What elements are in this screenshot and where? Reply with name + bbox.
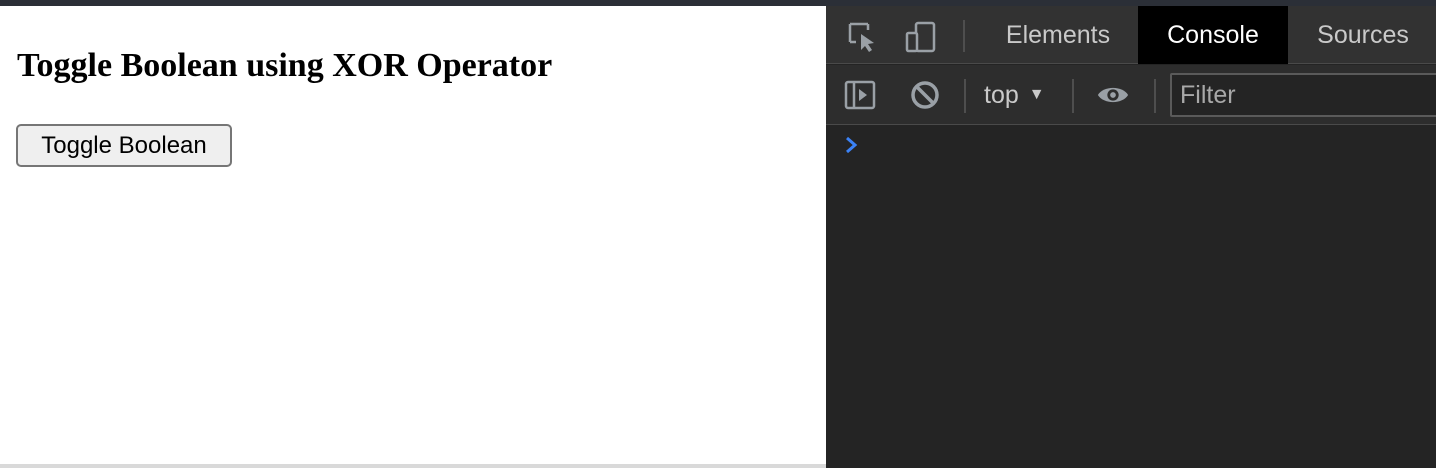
devtools-panel: Elements Console Sources top ▼ [826,6,1436,468]
toolbar-divider [1154,79,1156,113]
context-selector[interactable]: top ▼ [984,75,1045,115]
tab-elements[interactable]: Elements [980,6,1136,64]
device-toolbar-icon[interactable] [904,20,938,54]
live-expression-eye-icon[interactable] [1096,78,1130,112]
devtools-tab-bar: Elements Console Sources [826,6,1436,64]
dropdown-arrow-icon: ▼ [1028,86,1045,103]
toolbar-divider [1072,79,1074,113]
page-bottom-edge [0,464,826,468]
inspect-element-icon[interactable] [846,20,880,54]
toolbar-divider [964,79,966,113]
page-title: Toggle Boolean using XOR Operator [17,47,553,84]
console-toolbar: top ▼ [826,65,1436,125]
console-prompt-chevron-icon [844,134,860,161]
tab-bar-divider [963,20,965,52]
tab-console[interactable]: Console [1138,6,1288,64]
tab-sources[interactable]: Sources [1290,6,1436,64]
console-sidebar-icon[interactable] [843,78,877,112]
context-selector-label: top [984,80,1019,109]
console-output-area[interactable] [826,126,1436,468]
page-content: Toggle Boolean using XOR Operator Toggle… [0,6,826,466]
toggle-boolean-button[interactable]: Toggle Boolean [16,124,232,167]
console-filter-input[interactable] [1170,73,1436,117]
console-input[interactable] [870,130,1410,162]
clear-console-icon[interactable] [908,78,942,112]
